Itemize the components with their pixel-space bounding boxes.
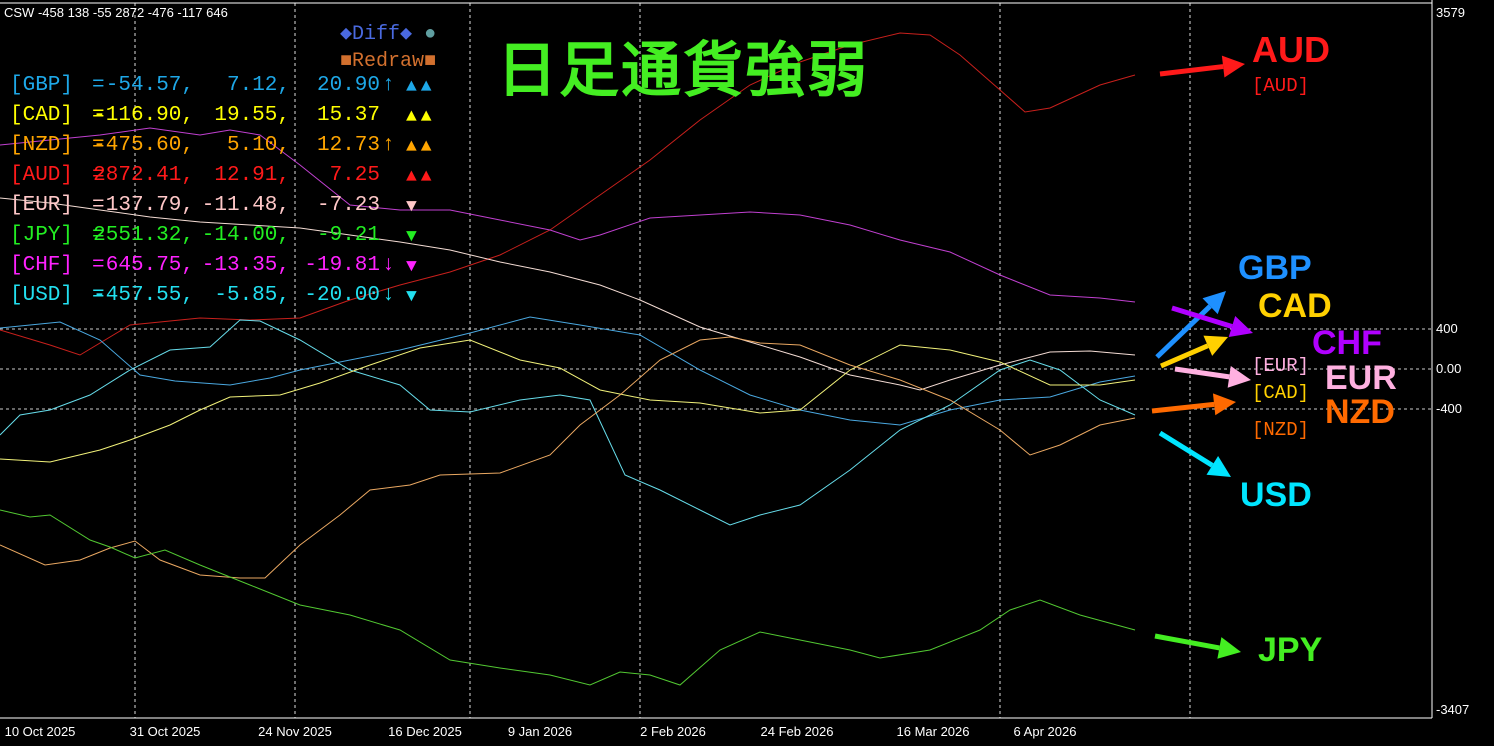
direction-triangle-icon: ▲▲ <box>406 167 436 187</box>
arrow-jpy-icon <box>1154 633 1241 659</box>
direction-triangle-icon: ▼ <box>406 287 421 307</box>
momentum-value: -20.00 <box>304 284 380 307</box>
tag-cad: [CAD] <box>1252 382 1310 404</box>
currency-code: [CHF] <box>10 254 74 277</box>
currency-code: [EUR] <box>10 194 74 217</box>
change-value: -14.00, <box>201 224 290 247</box>
strength-value: -116.90, <box>93 104 194 127</box>
strength-row-gbp: [GBP] = -54.57, 7.12, 20.90 ↑ ▲▲ <box>10 74 470 102</box>
currency-code: [CAD] <box>10 104 74 127</box>
diff-label: ◆Diff◆ <box>340 23 413 46</box>
change-value: 7.12, <box>226 74 290 97</box>
change-value: -13.35, <box>201 254 290 277</box>
change-value: 5.10, <box>226 134 290 157</box>
strength-value: -475.60, <box>93 134 194 157</box>
momentum-value: 7.25 <box>329 164 380 187</box>
series-line-nzd <box>0 336 1136 579</box>
y-tick-label: 0.00 <box>1436 361 1462 376</box>
strength-value: -54.57, <box>105 74 194 97</box>
currency-code: [AUD] <box>10 164 74 187</box>
tag-aud: [AUD] <box>1252 75 1310 97</box>
momentum-value: 15.37 <box>316 104 380 127</box>
momentum-value: 12.73 <box>316 134 380 157</box>
currency-code: [GBP] <box>10 74 74 97</box>
x-tick-label: 9 Jan 2026 <box>507 724 573 739</box>
y-tick-label: -3407 <box>1436 702 1470 717</box>
csw-header: CSW -458 138 -55 2872 -476 -117 646 <box>4 5 228 20</box>
strength-row-chf: [CHF] = 645.75, -13.35, -19.81 ↓ ▼ <box>10 254 470 282</box>
label-jpy: JPY <box>1258 631 1323 669</box>
tag-nzd: [NZD] <box>1252 419 1310 441</box>
strength-row-jpy: [JPY] = 2551.32, -14.00, -9.21 ▼ <box>10 224 470 252</box>
direction-triangle-icon: ▲▲ <box>406 107 436 127</box>
y-tick-label: 400 <box>1436 321 1458 336</box>
y-tick-label: -400 <box>1436 401 1463 416</box>
currency-code: [NZD] <box>10 134 74 157</box>
change-value: -5.85, <box>214 284 290 307</box>
direction-triangle-icon: ▲▲ <box>406 137 436 157</box>
equals-sign: = <box>92 194 105 217</box>
y-tick-label: 3579 <box>1436 5 1465 20</box>
direction-triangle-icon: ▲▲ <box>406 77 436 97</box>
label-gbp: GBP <box>1238 249 1312 287</box>
strength-value: -457.55, <box>93 284 194 307</box>
label-nzd: NZD <box>1325 393 1395 431</box>
change-value: 12.91, <box>214 164 290 187</box>
label-chf: CHF <box>1312 324 1382 362</box>
trend-arrow-icon: ↑ <box>382 134 395 157</box>
equals-sign: = <box>92 254 105 277</box>
direction-triangle-icon: ▼ <box>406 257 421 277</box>
trend-arrow-icon: ↑ <box>382 74 395 97</box>
label-aud: AUD <box>1252 29 1330 70</box>
x-tick-label: 24 Feb 2026 <box>760 724 834 739</box>
tag-eur: [EUR] <box>1252 355 1310 377</box>
x-tick-label: 10 Oct 2025 <box>4 724 76 739</box>
trend-arrow-icon: ↓ <box>382 284 395 307</box>
momentum-value: -7.23 <box>316 194 380 217</box>
trend-arrow-icon: ↓ <box>382 254 395 277</box>
momentum-value: -19.81 <box>304 254 380 277</box>
momentum-value: -9.21 <box>316 224 380 247</box>
strength-value: 2872.41, <box>93 164 194 187</box>
x-tick-label: 2 Feb 2026 <box>640 724 706 739</box>
label-cad: CAD <box>1258 287 1332 325</box>
x-tick-label: 6 Apr 2026 <box>1013 724 1077 739</box>
arrow-aud-icon <box>1159 55 1245 78</box>
strength-row-nzd: [NZD] = -475.60, 5.10, 12.73 ↑ ▲▲ <box>10 134 470 162</box>
direction-triangle-icon: ▼ <box>406 197 421 217</box>
label-usd: USD <box>1240 476 1312 514</box>
diff-status-dot: ● <box>424 23 437 46</box>
change-value: -11.48, <box>201 194 290 217</box>
arrow-nzd-icon <box>1151 393 1236 416</box>
strength-value: 137.79, <box>105 194 194 217</box>
strength-row-aud: [AUD] = 2872.41, 12.91, 7.25 ▲▲ <box>10 164 470 192</box>
redraw-button[interactable]: ■Redraw■ <box>340 50 436 73</box>
x-tick-label: 16 Mar 2026 <box>896 724 970 739</box>
series-line-usd <box>0 319 1136 526</box>
strength-row-usd: [USD] = -457.55, -5.85, -20.00 ↓ ▼ <box>10 284 470 312</box>
direction-triangle-icon: ▼ <box>406 227 421 247</box>
strength-row-cad: [CAD] = -116.90, 19.55, 15.37 ▲▲ <box>10 104 470 132</box>
strength-row-eur: [EUR] = 137.79, -11.48, -7.23 ▼ <box>10 194 470 222</box>
diff-button[interactable]: ◆Diff◆ ● <box>340 20 436 46</box>
annotation-arrows <box>1151 55 1253 659</box>
strength-value: 645.75, <box>105 254 194 277</box>
x-tick-label: 24 Nov 2025 <box>258 724 332 739</box>
equals-sign: = <box>92 74 105 97</box>
x-tick-label: 31 Oct 2025 <box>129 724 201 739</box>
arrow-usd-icon <box>1158 430 1231 477</box>
currency-code: [JPY] <box>10 224 74 247</box>
series-line-jpy <box>0 509 1136 686</box>
momentum-value: 20.90 <box>316 74 380 97</box>
chart-title: 日足通貨強弱 <box>497 36 869 106</box>
strength-value: 2551.32, <box>93 224 194 247</box>
change-value: 19.55, <box>214 104 290 127</box>
series-line-cad <box>0 339 1136 463</box>
x-tick-label: 16 Dec 2025 <box>388 724 462 739</box>
currency-code: [USD] <box>10 284 74 307</box>
